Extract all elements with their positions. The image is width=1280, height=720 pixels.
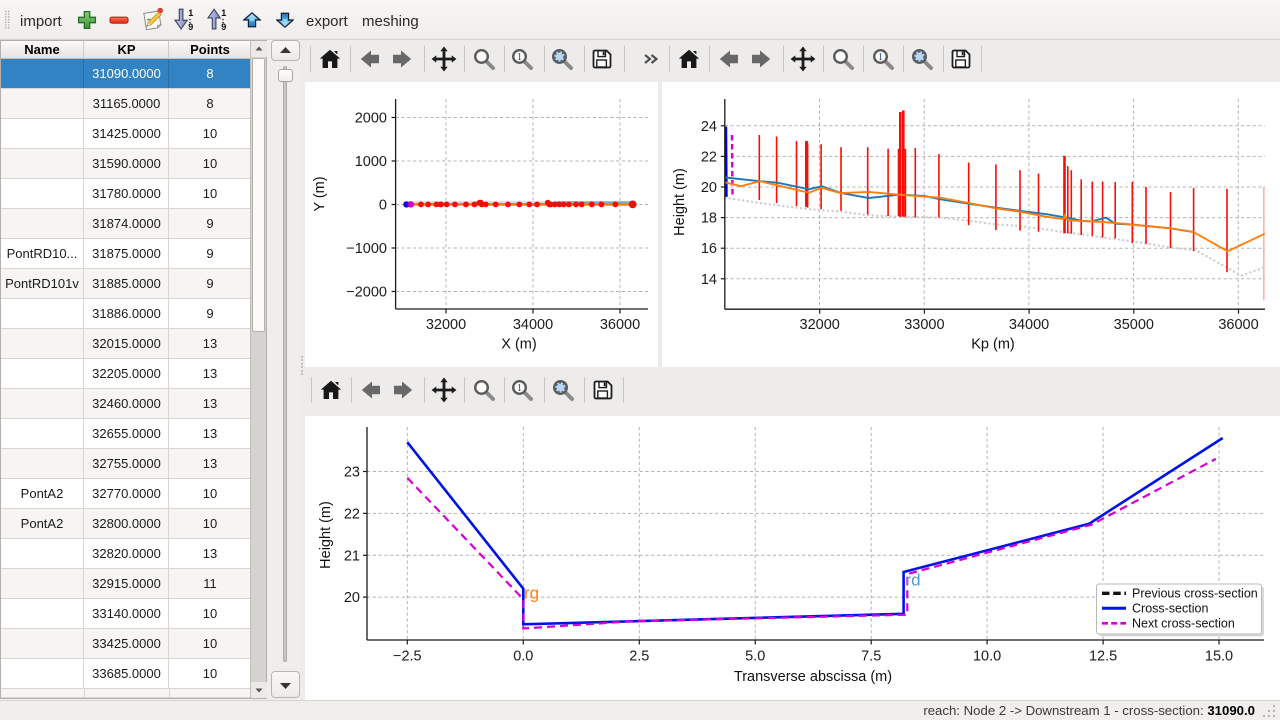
svg-text:Height (m): Height (m) <box>672 168 688 236</box>
svg-text:−2000: −2000 <box>346 285 387 301</box>
svg-text:33000: 33000 <box>904 317 944 333</box>
svg-text:35000: 35000 <box>1114 317 1154 333</box>
svg-text:36000: 36000 <box>600 317 640 333</box>
svg-text:2.5: 2.5 <box>629 649 649 665</box>
svg-text:−1000: −1000 <box>346 241 387 257</box>
svg-text:1000: 1000 <box>355 154 387 170</box>
svg-text:Y (m): Y (m) <box>312 176 328 211</box>
svg-text:34000: 34000 <box>1009 317 1049 333</box>
svg-text:Kp (m): Kp (m) <box>971 337 1015 353</box>
svg-text:rd: rd <box>906 571 921 590</box>
svg-text:2000: 2000 <box>355 111 387 127</box>
svg-text:18: 18 <box>701 211 717 227</box>
svg-text:X (m): X (m) <box>501 337 536 353</box>
svg-text:22: 22 <box>344 506 360 522</box>
svg-text:Transverse abscissa (m): Transverse abscissa (m) <box>734 669 892 685</box>
svg-text:20: 20 <box>701 180 717 196</box>
svg-text:Next cross-section: Next cross-section <box>1132 617 1235 631</box>
svg-text:9: 9 <box>188 22 193 32</box>
svg-text:5.0: 5.0 <box>745 649 765 665</box>
svg-text:24: 24 <box>701 119 717 135</box>
svg-text:36000: 36000 <box>1218 317 1258 333</box>
svg-text:12.5: 12.5 <box>1089 649 1117 665</box>
svg-text:1: 1 <box>878 52 883 63</box>
svg-text:16: 16 <box>701 241 717 257</box>
svg-text:22: 22 <box>701 149 717 165</box>
svg-text:14: 14 <box>701 272 717 288</box>
svg-text:23: 23 <box>344 465 360 481</box>
svg-text:7.5: 7.5 <box>861 649 881 665</box>
svg-text:Cross-section: Cross-section <box>1132 602 1208 616</box>
svg-text:9: 9 <box>221 22 226 32</box>
svg-text:15.0: 15.0 <box>1205 649 1233 665</box>
svg-text:Height (m): Height (m) <box>318 501 334 569</box>
svg-text:0.0: 0.0 <box>513 649 533 665</box>
svg-text:Previous cross-section: Previous cross-section <box>1132 587 1258 601</box>
svg-text:34000: 34000 <box>513 317 553 333</box>
svg-text:32000: 32000 <box>800 317 840 333</box>
svg-text:21: 21 <box>344 548 360 564</box>
svg-text:20: 20 <box>344 590 360 606</box>
svg-text:−2.5: −2.5 <box>393 649 422 665</box>
svg-text:1: 1 <box>517 383 522 394</box>
svg-text:10.0: 10.0 <box>973 649 1001 665</box>
svg-text:rg: rg <box>524 584 539 603</box>
svg-text:32000: 32000 <box>426 317 466 333</box>
svg-text:1: 1 <box>188 8 193 18</box>
svg-text:1: 1 <box>517 52 522 63</box>
svg-text:0: 0 <box>379 198 387 214</box>
svg-text:1: 1 <box>221 8 226 18</box>
